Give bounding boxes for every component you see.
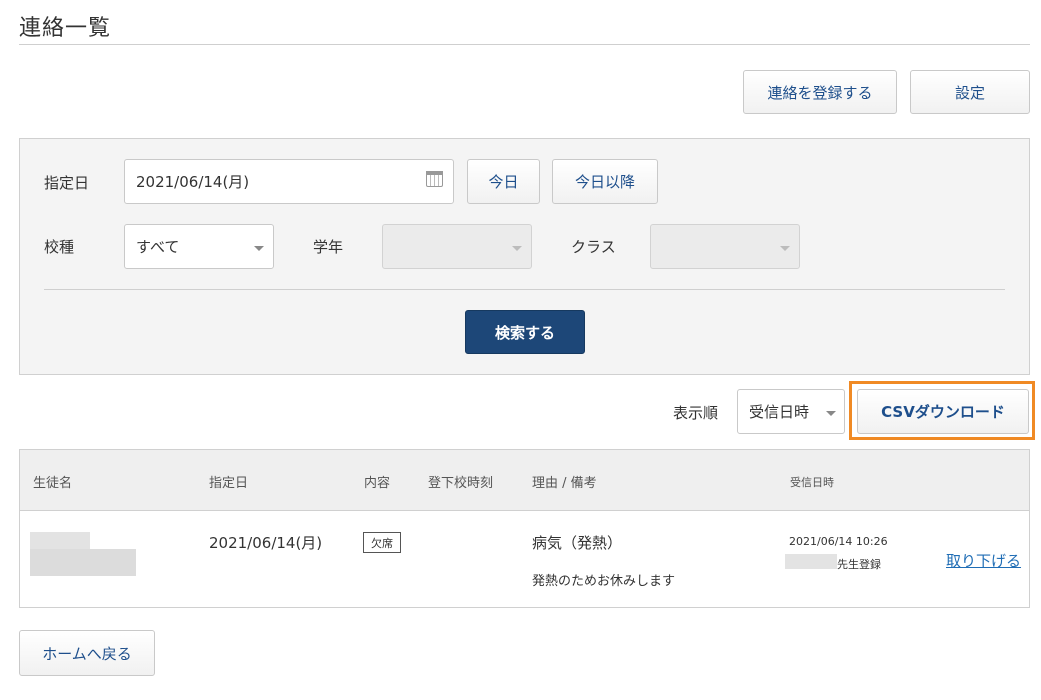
school-type-value: すべて: [136, 238, 180, 256]
header-reason: 理由 / 備考: [532, 476, 597, 491]
register-contact-button[interactable]: 連絡を登録する: [743, 70, 897, 114]
row-received-at: 2021/06/14 10:26: [789, 535, 888, 548]
date-value: 2021/06/14(月): [136, 173, 250, 191]
panel-divider: [44, 289, 1005, 290]
header-received: 受信日時: [790, 476, 834, 489]
withdraw-link[interactable]: 取り下げる: [946, 550, 1021, 571]
school-type-label: 校種: [44, 238, 75, 256]
date-input[interactable]: 2021/06/14(月): [124, 159, 454, 204]
grade-label: 学年: [313, 238, 344, 256]
sort-select[interactable]: 受信日時: [737, 389, 845, 434]
school-type-select[interactable]: すべて: [124, 224, 274, 269]
title-divider: [19, 44, 1030, 45]
table-header: 生徒名 指定日 内容 登下校時刻 理由 / 備考 受信日時: [20, 450, 1029, 511]
student-name-redacted: [30, 549, 136, 576]
row-registered-by: 先生登録: [837, 558, 881, 571]
today-button[interactable]: 今日: [467, 159, 540, 204]
settings-button[interactable]: 設定: [910, 70, 1030, 114]
student-name-redacted: [30, 532, 90, 549]
row-note: 発熱のためお休みします: [532, 574, 676, 589]
page-title: 連絡一覧: [19, 16, 112, 41]
teacher-name-redacted: [785, 554, 837, 569]
after-today-button[interactable]: 今日以降: [552, 159, 658, 204]
chevron-down-icon: [512, 246, 522, 251]
table-row: 2021/06/14(月) 欠席 病気（発熱） 発熱のためお休みします 2021…: [20, 512, 1029, 607]
class-select[interactable]: [650, 224, 800, 269]
header-student: 生徒名: [33, 476, 73, 491]
grade-select[interactable]: [382, 224, 532, 269]
status-badge: 欠席: [363, 532, 401, 553]
row-reason: 病気（発熱）: [532, 534, 623, 552]
sort-value: 受信日時: [749, 403, 810, 421]
header-date: 指定日: [209, 476, 249, 491]
chevron-down-icon: [254, 246, 264, 251]
chevron-down-icon: [780, 246, 790, 251]
date-label: 指定日: [44, 174, 90, 192]
search-button[interactable]: 検索する: [465, 310, 585, 354]
sort-label: 表示順: [673, 404, 719, 422]
header-content: 内容: [364, 476, 391, 491]
chevron-down-icon: [826, 411, 836, 416]
class-label: クラス: [571, 238, 616, 256]
contact-table: 生徒名 指定日 内容 登下校時刻 理由 / 備考 受信日時 2021/06/14…: [19, 449, 1030, 608]
csv-download-button[interactable]: CSVダウンロード: [857, 389, 1029, 434]
home-button[interactable]: ホームへ戻る: [19, 630, 155, 676]
row-date: 2021/06/14(月): [209, 534, 323, 552]
calendar-icon[interactable]: [426, 171, 443, 187]
header-time: 登下校時刻: [428, 476, 494, 491]
